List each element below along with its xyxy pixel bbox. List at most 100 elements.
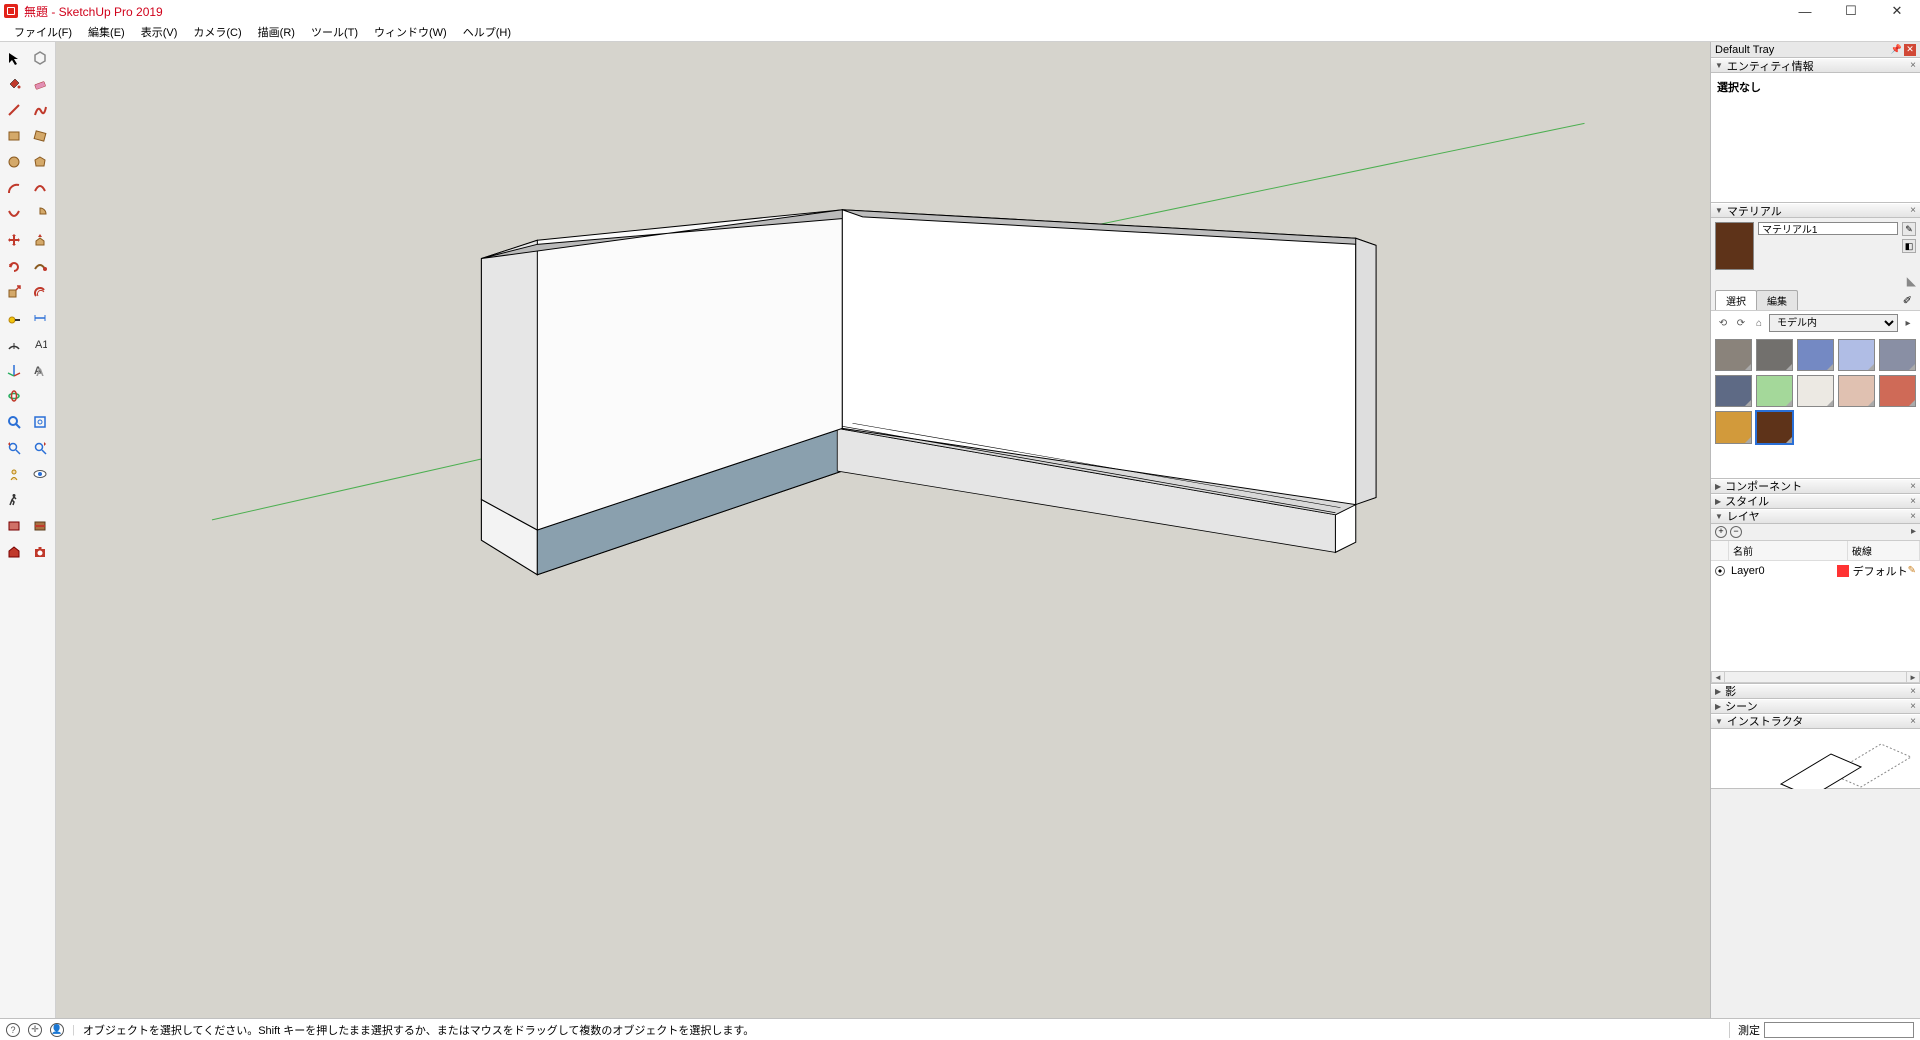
material-swatch[interactable]	[1715, 339, 1752, 371]
extension-warehouse-tool[interactable]	[28, 540, 52, 564]
panel-close-button[interactable]: ×	[1910, 496, 1916, 507]
panel-header-entity-info[interactable]: ▼ エンティティ情報 ×	[1711, 58, 1920, 73]
rotated-rectangle-tool[interactable]	[28, 124, 52, 148]
add-layer-button[interactable]: +	[1715, 526, 1727, 538]
protractor-tool[interactable]	[2, 332, 26, 356]
measurement-input[interactable]	[1764, 1022, 1914, 1038]
menu-item[interactable]: ファイル(F)	[6, 22, 80, 42]
material-swatch[interactable]	[1756, 375, 1793, 407]
pie-tool[interactable]	[28, 202, 52, 226]
rotate-tool[interactable]	[2, 254, 26, 278]
tray-close-button[interactable]: ✕	[1904, 44, 1916, 56]
push-pull-tool[interactable]	[28, 228, 52, 252]
material-swatch[interactable]	[1715, 375, 1752, 407]
menu-item[interactable]: ヘルプ(H)	[455, 22, 519, 42]
paint-bucket-tool[interactable]	[2, 72, 26, 96]
material-swatch[interactable]	[1797, 339, 1834, 371]
pan-tool[interactable]	[28, 384, 52, 408]
menu-item[interactable]: 編集(E)	[80, 22, 133, 42]
scale-tool[interactable]	[2, 280, 26, 304]
select-tool[interactable]	[2, 46, 26, 70]
minimize-button[interactable]: —	[1782, 0, 1828, 22]
arc-tool[interactable]	[2, 176, 26, 200]
nav-forward-button[interactable]: ⟳	[1733, 315, 1749, 331]
rectangle-tool[interactable]	[2, 124, 26, 148]
section-display-tool[interactable]	[28, 514, 52, 538]
zoom-extents-tool[interactable]	[28, 410, 52, 434]
layers-menu-button[interactable]: ▸	[1911, 526, 1916, 537]
create-material-button[interactable]: ✎	[1902, 222, 1916, 236]
walk-tool[interactable]	[2, 488, 26, 512]
sample-paint-icon[interactable]: ◣	[1907, 274, 1916, 288]
material-swatch[interactable]	[1756, 339, 1793, 371]
3d-text-tool[interactable]: AA	[28, 358, 52, 382]
panel-close-button[interactable]: ×	[1910, 716, 1916, 727]
menu-item[interactable]: ツール(T)	[303, 22, 366, 42]
make-component-tool[interactable]	[28, 46, 52, 70]
3d-warehouse-tool[interactable]	[2, 540, 26, 564]
panel-close-button[interactable]: ×	[1910, 481, 1916, 492]
panel-header-materials[interactable]: ▼ マテリアル ×	[1711, 203, 1920, 218]
column-name[interactable]: 名前	[1729, 541, 1848, 560]
panel-close-button[interactable]: ×	[1910, 701, 1916, 712]
layer-row[interactable]: Layer0 デフォルト ✎	[1711, 561, 1920, 581]
user-icon[interactable]: 👤	[50, 1023, 64, 1037]
pin-icon[interactable]: 📌	[1891, 44, 1902, 55]
material-swatch[interactable]	[1879, 339, 1916, 371]
eraser-tool[interactable]	[28, 72, 52, 96]
eyedropper-icon[interactable]: ✐	[1903, 294, 1912, 307]
material-swatch[interactable]	[1715, 411, 1752, 443]
visibility-icon[interactable]	[1715, 566, 1725, 576]
previous-view-tool[interactable]	[2, 436, 26, 460]
menu-item[interactable]: ウィンドウ(W)	[366, 22, 455, 42]
material-name-input[interactable]	[1758, 222, 1898, 235]
materials-tab-select[interactable]: 選択	[1715, 290, 1757, 310]
panel-header-instructor[interactable]: ▼ インストラクタ ×	[1711, 714, 1920, 729]
details-menu-button[interactable]: ▸	[1900, 315, 1916, 331]
panel-header-components[interactable]: ▶ コンポーネント ×	[1711, 479, 1920, 494]
help-icon[interactable]: ?	[6, 1023, 20, 1037]
move-tool[interactable]	[2, 228, 26, 252]
polygon-tool[interactable]	[28, 150, 52, 174]
three-point-arc-tool[interactable]	[2, 202, 26, 226]
text-tool[interactable]: A1	[28, 332, 52, 356]
maximize-button[interactable]: ☐	[1828, 0, 1874, 22]
edit-icon[interactable]: ✎	[1908, 565, 1916, 576]
column-dashes[interactable]: 破線	[1848, 541, 1920, 560]
follow-me-tool[interactable]	[28, 254, 52, 278]
panel-header-shadows[interactable]: ▶ 影 ×	[1711, 684, 1920, 699]
offset-tool[interactable]	[28, 280, 52, 304]
material-collection-select[interactable]: モデル内	[1769, 314, 1898, 332]
panel-close-button[interactable]: ×	[1910, 511, 1916, 522]
close-button[interactable]: ✕	[1874, 0, 1920, 22]
panel-close-button[interactable]: ×	[1910, 686, 1916, 697]
materials-tab-edit[interactable]: 編集	[1756, 290, 1798, 310]
material-swatch[interactable]	[1838, 375, 1875, 407]
section-plane-tool[interactable]	[2, 514, 26, 538]
default-material-button[interactable]: ◧	[1902, 239, 1916, 253]
material-swatch[interactable]	[1879, 375, 1916, 407]
home-icon[interactable]: ⌂	[1751, 315, 1767, 331]
panel-close-button[interactable]: ×	[1910, 60, 1916, 71]
axes-tool[interactable]	[2, 358, 26, 382]
panel-header-scenes[interactable]: ▶ シーン ×	[1711, 699, 1920, 714]
menu-item[interactable]: 表示(V)	[133, 22, 186, 42]
menu-item[interactable]: 描画(R)	[250, 22, 303, 42]
viewport[interactable]	[56, 42, 1710, 1018]
panel-header-layers[interactable]: ▼ レイヤ ×	[1711, 509, 1920, 524]
next-view-tool[interactable]	[28, 436, 52, 460]
menu-item[interactable]: カメラ(C)	[185, 22, 249, 42]
panel-close-button[interactable]: ×	[1910, 205, 1916, 216]
layers-scrollbar[interactable]: ◄►	[1711, 671, 1920, 683]
material-swatch[interactable]	[1838, 339, 1875, 371]
dash-color-swatch[interactable]	[1837, 565, 1849, 577]
orbit-tool[interactable]	[2, 384, 26, 408]
look-around-tool[interactable]	[28, 462, 52, 486]
material-swatch[interactable]	[1756, 411, 1793, 443]
tray-title-bar[interactable]: Default Tray 📌 ✕	[1711, 42, 1920, 58]
position-camera-tool[interactable]	[2, 462, 26, 486]
two-point-arc-tool[interactable]	[28, 176, 52, 200]
line-tool[interactable]	[2, 98, 26, 122]
tape-measure-tool[interactable]	[2, 306, 26, 330]
material-swatch[interactable]	[1797, 375, 1834, 407]
